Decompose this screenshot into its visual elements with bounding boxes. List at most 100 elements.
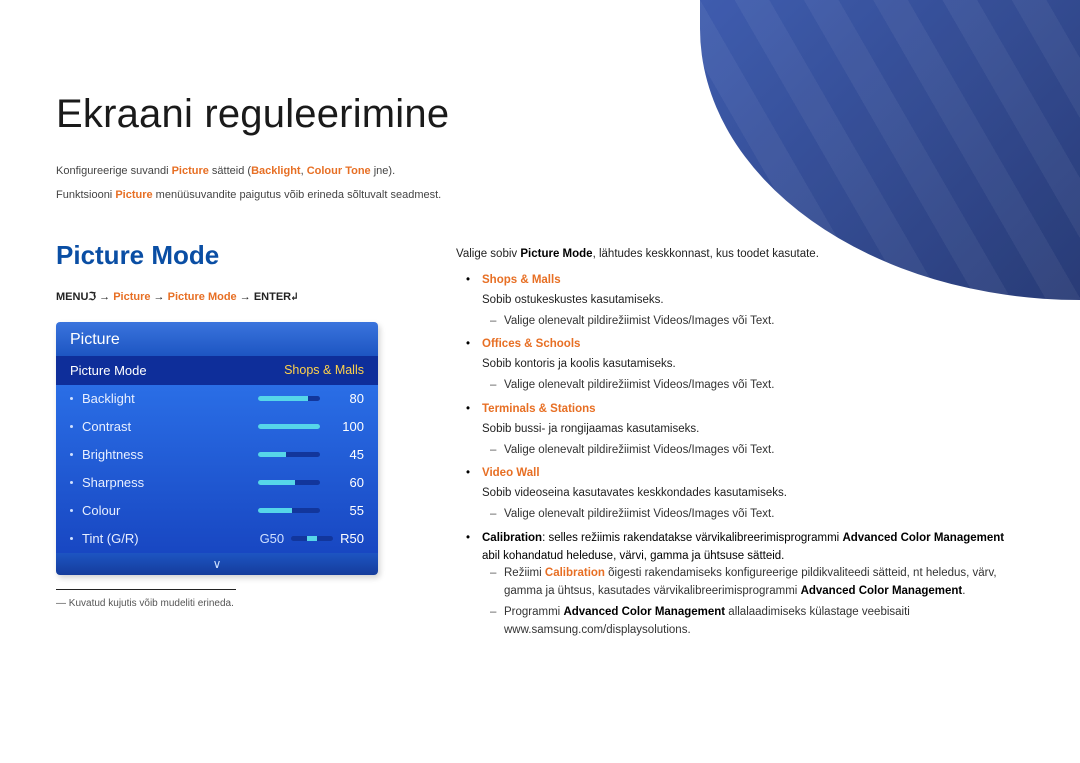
page-content: Ekraani reguleerimine Konfigureerige suv…: [0, 0, 1080, 646]
slider-fill: [258, 508, 292, 513]
osd-selected-label: Picture Mode: [70, 363, 147, 378]
slider-fill: [258, 396, 308, 401]
item-head: Video Wall: [482, 465, 1024, 483]
bold: Picture Mode: [520, 248, 592, 260]
value: 55: [336, 503, 364, 518]
bullet-icon: [70, 509, 73, 512]
bullet-icon: [70, 397, 73, 400]
text: , lähtudes keskkonnast, kus toodet kasut…: [593, 248, 819, 260]
bullet-icon: [70, 537, 73, 540]
hl: Calibration: [545, 567, 605, 579]
hl: Picture: [113, 291, 150, 303]
slider-fill: [258, 452, 286, 457]
list-item-calibration: Calibration: selles režiimis rakendataks…: [456, 530, 1024, 640]
bold: Calibration: [482, 532, 542, 544]
hl: Videos/Images: [653, 508, 729, 520]
label: Tint (G/R): [82, 531, 260, 546]
text: abil kohandatud heleduse, värvi, gamma j…: [482, 550, 784, 562]
text: Valige olenevalt pildirežiimist: [504, 508, 653, 520]
item-head: Calibration: selles režiimis rakendataks…: [482, 532, 1004, 562]
left-column: Picture Mode MENUℑ → Picture → Picture M…: [56, 240, 396, 645]
tint-red: R50: [340, 531, 364, 546]
tint-fill: [307, 536, 317, 541]
text: menüüsuvandite paigutus võib erineda sõl…: [153, 189, 442, 201]
osd-body: Backlight 80 Contrast 100 Brightness: [56, 385, 378, 553]
text: .: [771, 315, 774, 327]
slider-bar[interactable]: [258, 480, 320, 485]
text: Programmi: [504, 606, 563, 618]
item-head: Terminals & Stations: [482, 401, 1024, 419]
hl: Backlight: [251, 165, 301, 177]
value: 80: [336, 391, 364, 406]
osd-title: Picture: [56, 322, 378, 356]
osd-widget: Picture Picture Mode Shops & Malls Backl…: [56, 322, 378, 575]
footnote: Kuvatud kujutis võib mudeliti erineda.: [56, 598, 396, 609]
slider-bar[interactable]: [258, 396, 320, 401]
slider-bar[interactable]: [258, 424, 320, 429]
osd-row-tint[interactable]: Tint (G/R) G50 R50: [56, 525, 378, 553]
text: ENTER: [254, 291, 291, 303]
hl: Picture: [172, 165, 209, 177]
text: MENU: [56, 291, 88, 303]
item-sub: Valige olenevalt pildirežiimist Videos/I…: [482, 313, 1024, 331]
item-head: Shops & Malls: [482, 272, 1024, 290]
tint-green: G50: [260, 531, 285, 546]
text: sätteid (: [209, 165, 251, 177]
text: Režiimi: [504, 567, 545, 579]
label: Contrast: [82, 419, 258, 434]
bullet-icon: [70, 425, 73, 428]
slider-bar[interactable]: [258, 452, 320, 457]
list-item: Shops & Malls Sobib ostukeskustes kasuta…: [456, 272, 1024, 330]
osd-selected-row[interactable]: Picture Mode Shops & Malls: [56, 356, 378, 385]
menu-path: MENUℑ → Picture → Picture Mode → ENTER↲: [56, 289, 396, 305]
hl: Colour Tone: [307, 165, 371, 177]
text: või: [729, 379, 750, 391]
bold: Advanced Color Management: [842, 532, 1004, 544]
osd-row-brightness[interactable]: Brightness 45: [56, 441, 378, 469]
text: →: [96, 291, 113, 303]
hl: Videos/Images: [653, 315, 729, 327]
text: .: [771, 444, 774, 456]
divider: [56, 589, 236, 590]
item-desc: Sobib videoseina kasutavates keskkondade…: [482, 485, 1024, 503]
right-column: Valige sobiv Picture Mode, lähtudes kesk…: [456, 240, 1024, 645]
tint-bar[interactable]: [291, 536, 333, 541]
hl: Videos/Images: [653, 444, 729, 456]
text: Funktsiooni: [56, 189, 115, 201]
slider-bar[interactable]: [258, 508, 320, 513]
item-sub: Programmi Advanced Color Management alla…: [482, 604, 1024, 640]
item-desc: Sobib ostukeskustes kasutamiseks.: [482, 292, 1024, 310]
text: .: [962, 585, 965, 597]
section-heading: Picture Mode: [56, 240, 396, 271]
value: 60: [336, 475, 364, 490]
hl: Picture Mode: [168, 291, 237, 303]
osd-selected-value: Shops & Malls: [284, 363, 364, 377]
label: Sharpness: [82, 475, 258, 490]
osd-row-backlight[interactable]: Backlight 80: [56, 385, 378, 413]
page-title: Ekraani reguleerimine: [56, 92, 1024, 137]
label: Backlight: [82, 391, 258, 406]
text: Konfigureerige suvandi: [56, 165, 172, 177]
text: Valige olenevalt pildirežiimist: [504, 315, 653, 327]
text: jne).: [371, 165, 395, 177]
menu-icon: ℑ: [88, 290, 96, 303]
osd-row-colour[interactable]: Colour 55: [56, 497, 378, 525]
osd-row-sharpness[interactable]: Sharpness 60: [56, 469, 378, 497]
osd-row-contrast[interactable]: Contrast 100: [56, 413, 378, 441]
text: .: [771, 508, 774, 520]
text: või: [729, 444, 750, 456]
intro-line-2: Funktsiooni Picture menüüsuvandite paigu…: [56, 187, 1024, 205]
osd-scroll-down[interactable]: ∨: [56, 553, 378, 575]
item-desc: Sobib bussi- ja rongijaamas kasutamiseks…: [482, 421, 1024, 439]
label: Colour: [82, 503, 258, 518]
hl: Videos/Images: [653, 379, 729, 391]
value: 45: [336, 447, 364, 462]
mode-list: Shops & Malls Sobib ostukeskustes kasuta…: [456, 272, 1024, 640]
text: →: [237, 291, 254, 303]
bold: Advanced Color Management: [801, 585, 963, 597]
hl: Picture: [115, 189, 152, 201]
label: Brightness: [82, 447, 258, 462]
intro-line-1: Konfigureerige suvandi Picture sätteid (…: [56, 163, 1024, 181]
item-head: Offices & Schools: [482, 336, 1024, 354]
hl: Text: [750, 444, 771, 456]
